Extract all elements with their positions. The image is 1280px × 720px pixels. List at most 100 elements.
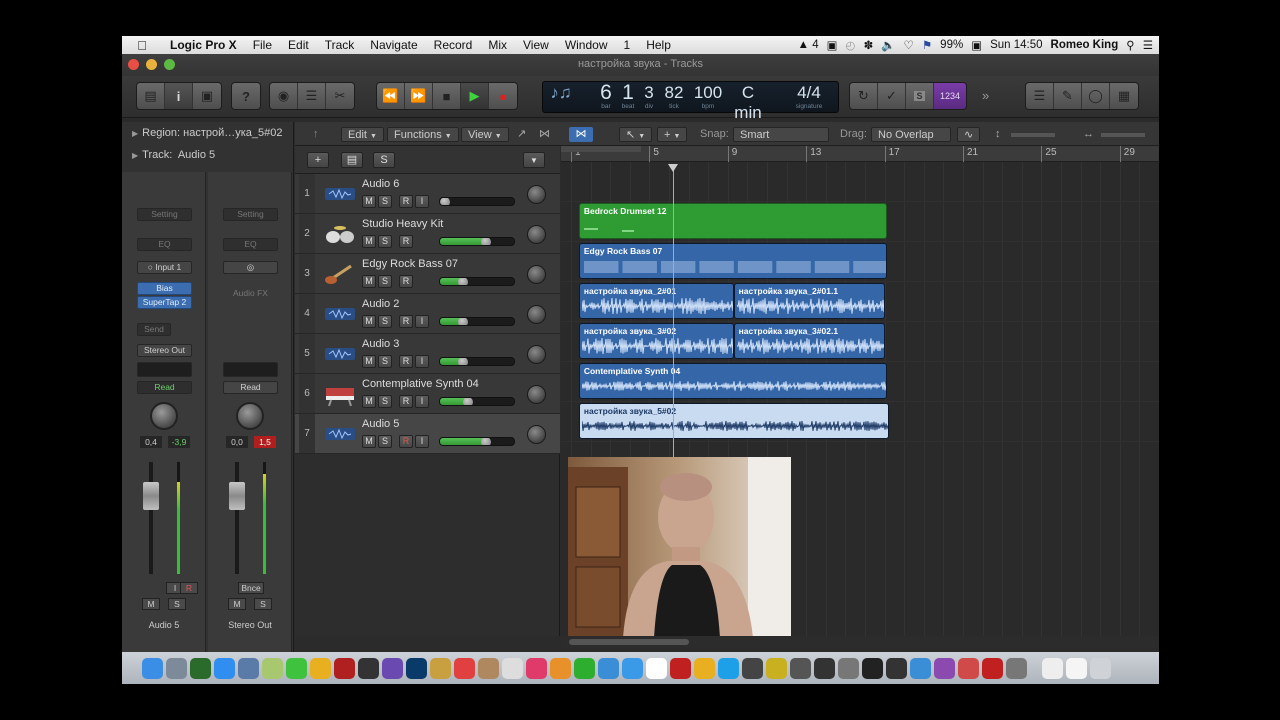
vertical-zoom-icon[interactable]: ↕ [995,127,1001,142]
preview-icon[interactable] [238,657,259,679]
more-chevron-icon[interactable]: » [982,88,989,103]
track-pan-knob[interactable] [527,185,546,204]
menu-window[interactable]: Window [557,38,616,52]
volume-fader[interactable] [229,482,245,510]
time-machine-icon[interactable]: ◴ [846,38,856,52]
solo-button[interactable]: S [906,83,934,109]
skype-icon[interactable] [718,657,739,679]
editors-button[interactable]: ✂ [326,83,354,109]
track-name[interactable]: Audio 3 [362,338,399,350]
view-menu[interactable]: View ▼ [461,127,509,142]
track-volume-slider[interactable] [439,237,515,246]
region[interactable]: настройка звука_2#01.1 [733,283,885,319]
finder-icon[interactable] [142,657,163,679]
region[interactable]: настройка звука_2#01 [578,283,734,319]
volume-knob[interactable] [481,438,491,445]
record-enable-button[interactable]: R [180,582,198,594]
group-slot[interactable] [223,362,278,377]
bluetooth-icon[interactable]: ✽ [864,38,874,52]
chrome2-icon[interactable] [694,657,715,679]
battery-percent[interactable]: 99% [940,39,963,51]
chrome-icon[interactable] [310,657,331,679]
setting-button[interactable]: Setting [137,208,192,221]
track-mute-button[interactable]: M [362,235,376,248]
menu-edit[interactable]: Edit [280,38,317,52]
track-name[interactable]: Studio Heavy Kit [362,218,443,230]
volume-value[interactable]: 0,0 [226,436,248,448]
region[interactable]: настройка звука_3#02 [578,323,734,359]
track-pan-knob[interactable] [527,385,546,404]
global-solo-button[interactable]: S [373,152,395,168]
track-pan-knob[interactable] [527,225,546,244]
horizontal-zoom-icon[interactable]: ↔ [1083,127,1094,142]
peak-value[interactable]: 1,5 [254,436,276,448]
eq-slot[interactable]: EQ [137,238,192,251]
record-button[interactable]: ● [489,83,517,109]
track-header[interactable]: 7 Audio 5 MSRI [295,414,560,454]
ableton-icon[interactable] [862,657,883,679]
menu-help[interactable]: Help [638,38,679,52]
calendar-icon[interactable] [454,657,475,679]
clock[interactable]: Sun 14:50 [990,39,1042,51]
back-arrow-icon[interactable]: ↑ [313,127,319,142]
track-volume-slider[interactable] [439,317,515,326]
mixer-app-icon[interactable] [886,657,907,679]
track-volume-slider[interactable] [439,197,515,206]
browsers-button[interactable]: ▦ [1110,83,1138,109]
bar-ruler[interactable]: 1 5 9 13 17 21 25 29 [561,146,1159,162]
track-input-monitor-button[interactable]: I [415,395,429,408]
automation-mode-button[interactable]: Read [223,381,278,394]
adobe-status-icon[interactable]: ▲ 4 [798,39,819,51]
track-name[interactable]: Contemplative Synth 04 [362,378,479,390]
menu-1[interactable]: 1 [616,38,639,52]
track-header[interactable]: 6 Contemplative Synth 04 M S R I [295,374,560,414]
loop-browser-button[interactable]: ◯ [1082,83,1110,109]
track-record-button[interactable]: R [399,395,413,408]
note-pads-button[interactable]: ✎ [1054,83,1082,109]
region[interactable]: Edgy Rock Bass 07 [578,243,887,279]
new-folder-button[interactable]: ▤ [341,152,363,168]
volume-knob[interactable] [481,238,491,245]
link-mode-icon[interactable]: ⋈ [539,127,550,142]
track-mute-button[interactable]: M [362,195,376,208]
photoshop-icon[interactable] [406,657,427,679]
pan-knob[interactable] [150,402,178,430]
track-record-button[interactable]: R [399,195,413,208]
track-solo-button[interactable]: S [378,395,392,408]
yandex-icon[interactable] [646,657,667,679]
scrollbar-thumb[interactable] [569,639,689,645]
waveform-icon[interactable] [323,422,357,446]
region[interactable]: Bedrock Drumset 12 [578,203,887,239]
add-track-button[interactable]: + [307,152,329,168]
bass-guitar-icon[interactable] [323,262,357,286]
track-record-button[interactable]: R [399,275,413,288]
track-pan-knob[interactable] [527,265,546,284]
volume-icon[interactable]: 🔈 [881,38,895,52]
volume-knob[interactable] [458,358,468,365]
track-mute-button[interactable]: M [362,395,376,408]
track-solo-button[interactable]: S [378,435,392,448]
photos-icon[interactable] [262,657,283,679]
imovie-icon[interactable] [382,657,403,679]
volume-value[interactable]: 0,4 [140,436,162,448]
track-volume-slider[interactable] [439,357,515,366]
guitar-icon[interactable] [982,657,1003,679]
command-click-tool[interactable]: + ▼ [657,127,688,142]
track-mute-button[interactable]: M [362,355,376,368]
track-header[interactable]: 1 Audio 6 MSRI [295,174,560,214]
send-slot[interactable]: Send [137,323,171,336]
ibooks-icon[interactable] [550,657,571,679]
play-button[interactable]: ▶ [461,83,489,109]
messages-icon[interactable] [286,657,307,679]
audio-hijack-icon[interactable] [838,657,859,679]
edit-menu[interactable]: Edit ▼ [341,127,384,142]
region[interactable]: настройка звука_3#02.1 [733,323,885,359]
menu-view[interactable]: View [515,38,557,52]
waveform-icon[interactable] [323,182,357,206]
output-slot[interactable]: Stereo Out [137,344,192,357]
track-mute-button[interactable]: M [362,275,376,288]
track-header[interactable]: 5 Audio 3 MSRI [295,334,560,374]
region[interactable]: настройка звука_5#02 [578,403,889,439]
inspector-button[interactable]: i [165,83,193,109]
track-record-button[interactable]: R [399,435,413,448]
